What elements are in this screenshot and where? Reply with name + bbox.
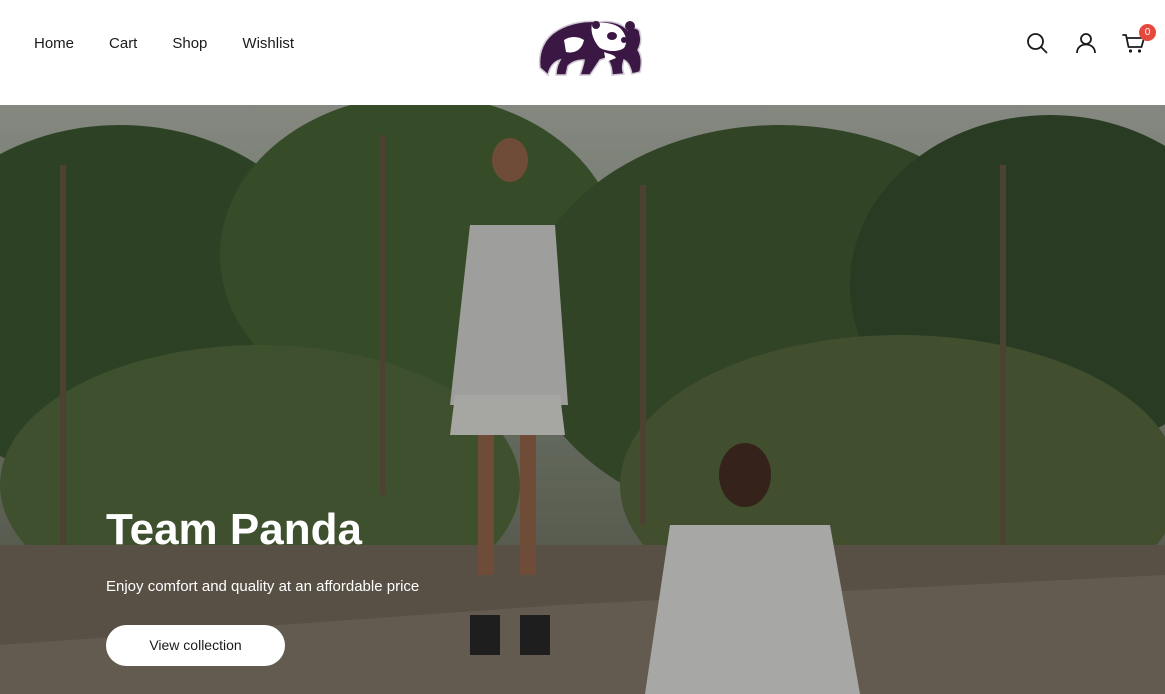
hero-banner: Team Panda Enjoy comfort and quality at … — [0, 105, 1165, 694]
main-nav: Home Cart Shop Wishlist — [34, 34, 294, 54]
nav-shop-link[interactable]: Shop — [172, 34, 207, 54]
search-icon[interactable] — [1024, 30, 1050, 56]
hero-subtitle: Enjoy comfort and quality at an affordab… — [106, 578, 420, 595]
hero-title: Team Panda — [106, 505, 362, 554]
user-icon[interactable] — [1073, 30, 1099, 56]
header-icons: 0 — [1024, 24, 1156, 56]
nav-home-link[interactable]: Home — [34, 34, 74, 54]
nav-wishlist-link[interactable]: Wishlist — [242, 34, 294, 54]
nav-cart-link[interactable]: Cart — [109, 34, 137, 54]
cart-count-badge: 0 — [1139, 24, 1156, 41]
cart-icon[interactable]: 0 — [1121, 24, 1156, 56]
panda-logo-icon[interactable] — [534, 16, 646, 78]
hero-overlay — [0, 105, 1165, 694]
site-header: Home Cart Shop Wishlist 0 — [0, 0, 1165, 105]
view-collection-button[interactable]: View collection — [106, 625, 285, 666]
